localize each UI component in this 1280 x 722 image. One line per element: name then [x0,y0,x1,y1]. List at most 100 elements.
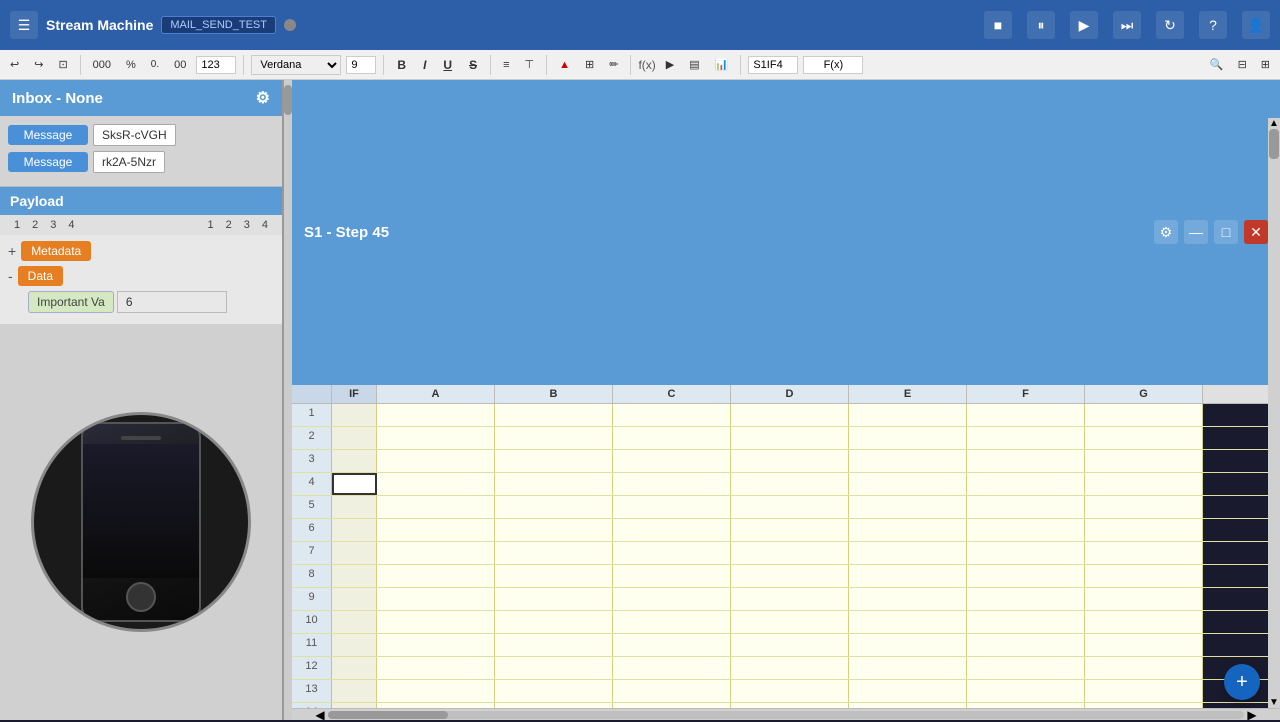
cell-B-5[interactable] [495,496,613,518]
left-scroll-thumb[interactable] [284,85,292,115]
cell-B-9[interactable] [495,588,613,610]
num-right-2[interactable]: 2 [220,218,238,232]
col-header-a[interactable]: A [377,385,495,403]
cell-if-12[interactable] [332,657,377,679]
cell-B-2[interactable] [495,427,613,449]
cell-B-12[interactable] [495,657,613,679]
cell-C-6[interactable] [613,519,731,541]
italic-button[interactable]: I [417,56,432,74]
cell-C-1[interactable] [613,404,731,426]
cell-F-3[interactable] [967,450,1085,472]
cell-if-8[interactable] [332,565,377,587]
cell-D-8[interactable] [731,565,849,587]
font-select[interactable]: Verdana [251,55,341,75]
cell-D-10[interactable] [731,611,849,633]
cell-A-12[interactable] [377,657,495,679]
cell-E-4[interactable] [849,473,967,495]
cell-E-10[interactable] [849,611,967,633]
cell-D-6[interactable] [731,519,849,541]
cell-C-2[interactable] [613,427,731,449]
play-button[interactable]: ▶ [1070,11,1098,39]
bold-button[interactable]: B [391,56,412,74]
cell-G-2[interactable] [1085,427,1203,449]
cell-if-13[interactable] [332,680,377,702]
cell-E-7[interactable] [849,542,967,564]
cell-if-10[interactable] [332,611,377,633]
cell-B-11[interactable] [495,634,613,656]
cell-G-12[interactable] [1085,657,1203,679]
cell-C-4[interactable] [613,473,731,495]
important-badge[interactable]: Important Va [28,291,114,313]
fab-button[interactable]: + [1224,664,1260,700]
format-pct[interactable]: % [121,57,141,73]
stop-button[interactable]: ■ [984,11,1012,39]
cell-G-11[interactable] [1085,634,1203,656]
font-size-input[interactable] [196,56,236,74]
cell-C-5[interactable] [613,496,731,518]
menu-icon[interactable]: ☰ [10,11,38,39]
horizontal-scrollbar[interactable]: ◀ ▶ [292,708,1280,720]
cell-C-7[interactable] [613,542,731,564]
cell-C-12[interactable] [613,657,731,679]
cell-if-9[interactable] [332,588,377,610]
cell-A-11[interactable] [377,634,495,656]
cell-D-2[interactable] [731,427,849,449]
cell-A-8[interactable] [377,565,495,587]
cell-A-5[interactable] [377,496,495,518]
col-header-g[interactable]: G [1085,385,1203,403]
user-button[interactable]: 👤 [1242,11,1270,39]
font-size-field[interactable] [346,56,376,74]
cell-E-12[interactable] [849,657,967,679]
cell-D-9[interactable] [731,588,849,610]
cell-if-5[interactable] [332,496,377,518]
play-fx[interactable]: ▶ [661,56,679,73]
cell-C-11[interactable] [613,634,731,656]
minimize-button[interactable]: — [1184,220,1208,244]
cell-F-11[interactable] [967,634,1085,656]
v-scroll-thumb[interactable] [1269,129,1279,159]
minus-icon[interactable]: - [8,268,13,284]
cell-D-3[interactable] [731,450,849,472]
valign-button[interactable]: ⊤ [520,56,540,73]
step-gear-icon[interactable]: ⚙ [1154,220,1178,244]
scroll-track[interactable] [328,711,1244,719]
num-right-1[interactable]: 1 [202,218,220,232]
cell-F-7[interactable] [967,542,1085,564]
cell-E-3[interactable] [849,450,967,472]
cell-A-6[interactable] [377,519,495,541]
left-panel-scrollbar[interactable] [284,80,292,720]
cell-G-10[interactable] [1085,611,1203,633]
cell-C-8[interactable] [613,565,731,587]
format-dec[interactable]: 0. [146,57,164,72]
cell-E-11[interactable] [849,634,967,656]
important-value-input[interactable] [117,291,227,313]
cell-B-13[interactable] [495,680,613,702]
func-input[interactable] [803,56,863,74]
cell-B-4[interactable] [495,473,613,495]
cell-B-8[interactable] [495,565,613,587]
cell-G-13[interactable] [1085,680,1203,702]
fill-button[interactable]: ▲ [554,57,575,73]
col-header-f[interactable]: F [967,385,1085,403]
search-icon[interactable]: 🔍 [1205,56,1229,73]
cell-D-11[interactable] [731,634,849,656]
cell-G-9[interactable] [1085,588,1203,610]
cell-F-12[interactable] [967,657,1085,679]
grid-button[interactable]: ⊞ [580,56,599,73]
cell-E-6[interactable] [849,519,967,541]
message-label-1[interactable]: Message [8,125,88,145]
scroll-thumb[interactable] [328,711,448,719]
num-right-4[interactable]: 4 [256,218,274,232]
cell-B-6[interactable] [495,519,613,541]
message-label-2[interactable]: Message [8,152,88,172]
col-header-c[interactable]: C [613,385,731,403]
cell-G-4[interactable] [1085,473,1203,495]
chart-btn[interactable]: 📊 [710,56,734,73]
cell-F-2[interactable] [967,427,1085,449]
cell-if-11[interactable] [332,634,377,656]
plus-icon[interactable]: + [8,243,16,259]
cell-D-7[interactable] [731,542,849,564]
cell-A-1[interactable] [377,404,495,426]
cell-C-10[interactable] [613,611,731,633]
cell-if-6[interactable] [332,519,377,541]
